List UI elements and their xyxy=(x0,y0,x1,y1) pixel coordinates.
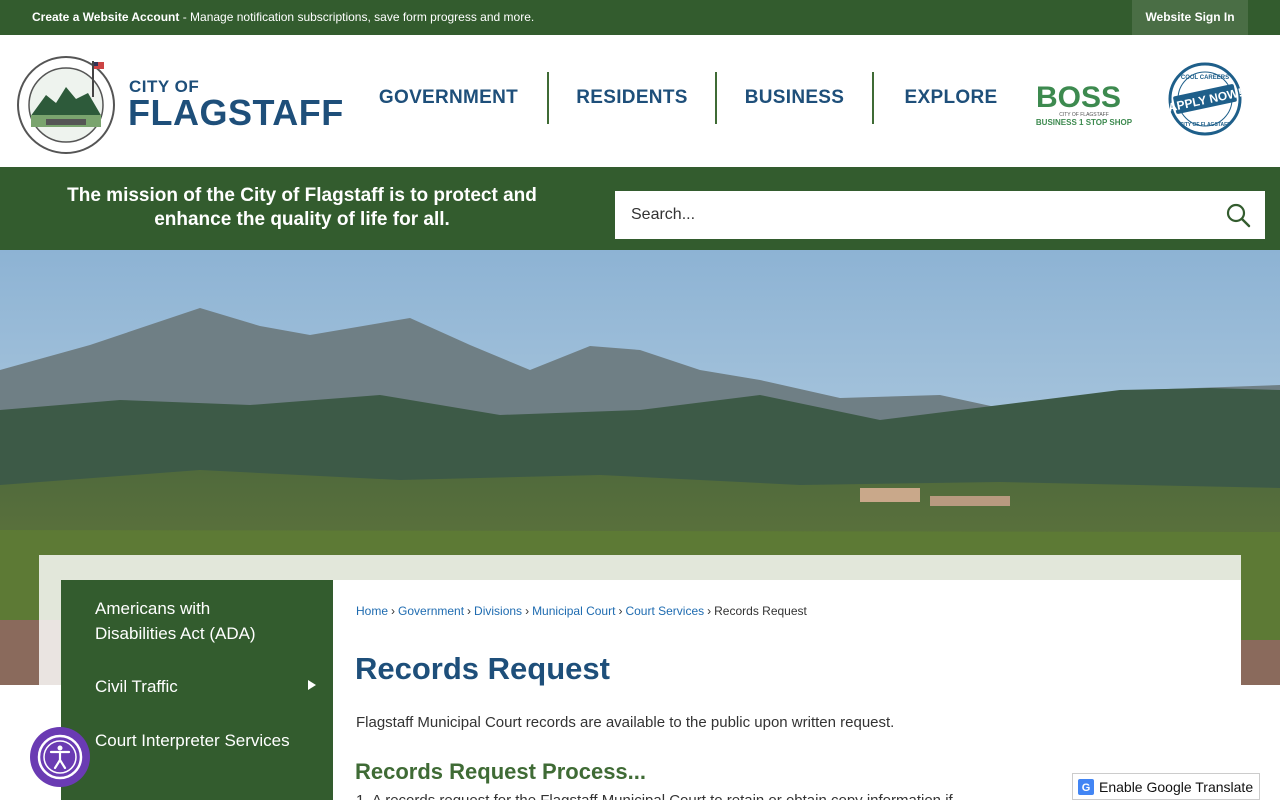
svg-text:G: G xyxy=(1082,782,1091,794)
accessibility-button[interactable] xyxy=(30,727,90,787)
nav-business[interactable]: BUSINESS xyxy=(717,72,872,124)
top-utility-bar: Create a Website Account - Manage notifi… xyxy=(0,0,1280,35)
breadcrumb-current: Records Request xyxy=(714,604,807,618)
city-seal-logo[interactable] xyxy=(16,55,116,155)
google-translate-button[interactable]: G Enable Google Translate xyxy=(1072,773,1260,800)
boss-logo-line2: BUSINESS 1 STOP SHOP xyxy=(1036,118,1133,127)
apply-now-badge-icon: COOL CAREERS APPLY NOW! CITY OF FLAGSTAF… xyxy=(1167,62,1244,136)
nav-residents[interactable]: RESIDENTS xyxy=(549,72,715,124)
intro-text: Flagstaff Municipal Court records are av… xyxy=(356,714,895,731)
mission-band: The mission of the City of Flagstaff is … xyxy=(0,167,1280,250)
account-description: - Manage notification subscriptions, sav… xyxy=(179,10,535,24)
breadcrumb-divisions[interactable]: Divisions xyxy=(474,604,522,618)
breadcrumb-court-services[interactable]: Court Services xyxy=(625,604,704,618)
accessibility-icon xyxy=(37,734,83,780)
boss-logo-icon: BOSS CITY OF FLAGSTAFF BUSINESS 1 STOP S… xyxy=(1036,81,1133,127)
apply-badge-top: COOL CAREERS xyxy=(1181,75,1229,81)
nav-government[interactable]: GOVERNMENT xyxy=(350,72,547,124)
sidenav-item-ada[interactable]: Americans with Disabilities Act (ADA) xyxy=(95,596,295,646)
nav-explore[interactable]: EXPLORE xyxy=(874,72,1028,124)
city-seal-icon xyxy=(17,56,115,154)
account-notice: Create a Website Account - Manage notifi… xyxy=(32,10,534,24)
breadcrumb-separator: › xyxy=(707,604,712,618)
sidenav-item-court-interpreter[interactable]: Court Interpreter Services xyxy=(95,728,295,753)
search-button[interactable] xyxy=(1222,199,1256,233)
page-title: Records Request xyxy=(355,651,610,686)
sidenav-item-civil-traffic[interactable]: Civil Traffic xyxy=(95,674,295,699)
search-icon xyxy=(1226,203,1251,228)
side-navigation: Americans with Disabilities Act (ADA) Ci… xyxy=(61,580,333,800)
breadcrumb-home[interactable]: Home xyxy=(356,604,388,618)
chevron-right-icon xyxy=(308,680,316,690)
breadcrumb-separator: › xyxy=(391,604,396,618)
process-step-text: 1. A records request for the Flagstaff M… xyxy=(356,792,953,800)
apply-badge-bottom: CITY OF FLAGSTAFF xyxy=(1180,122,1230,128)
breadcrumb-separator: › xyxy=(467,604,472,618)
search-input[interactable] xyxy=(615,191,1265,239)
sign-in-button[interactable]: Website Sign In xyxy=(1132,0,1248,35)
brand-flagstaff[interactable]: FLAGSTAFF xyxy=(128,92,344,134)
apply-now-badge[interactable]: COOL CAREERS APPLY NOW! CITY OF FLAGSTAF… xyxy=(1164,62,1246,136)
breadcrumb-separator: › xyxy=(618,604,623,618)
breadcrumb: Home › Government › Divisions › Municipal Cour… xyxy=(356,604,807,618)
create-account-link[interactable]: Create a Website Account xyxy=(32,10,179,24)
submenu-toggle[interactable] xyxy=(307,678,317,690)
section-heading: Records Request Process... xyxy=(355,759,647,784)
main-nav: GOVERNMENT RESIDENTS BUSINESS EXPLORE xyxy=(350,72,1028,124)
breadcrumb-government[interactable]: Government xyxy=(398,604,464,618)
google-translate-label: Enable Google Translate xyxy=(1099,779,1254,795)
google-translate-icon: G xyxy=(1078,779,1094,795)
breadcrumb-separator: › xyxy=(525,604,530,618)
breadcrumb-municipal-court[interactable]: Municipal Court xyxy=(532,604,615,618)
mission-statement: The mission of the City of Flagstaff is … xyxy=(67,185,537,230)
site-header: CITY OF FLAGSTAFF GOVERNMENT RESIDENTS B… xyxy=(0,35,1280,167)
boss-logo-title: BOSS xyxy=(1036,81,1121,114)
boss-logo[interactable]: BOSS CITY OF FLAGSTAFF BUSINESS 1 STOP S… xyxy=(1034,77,1134,129)
